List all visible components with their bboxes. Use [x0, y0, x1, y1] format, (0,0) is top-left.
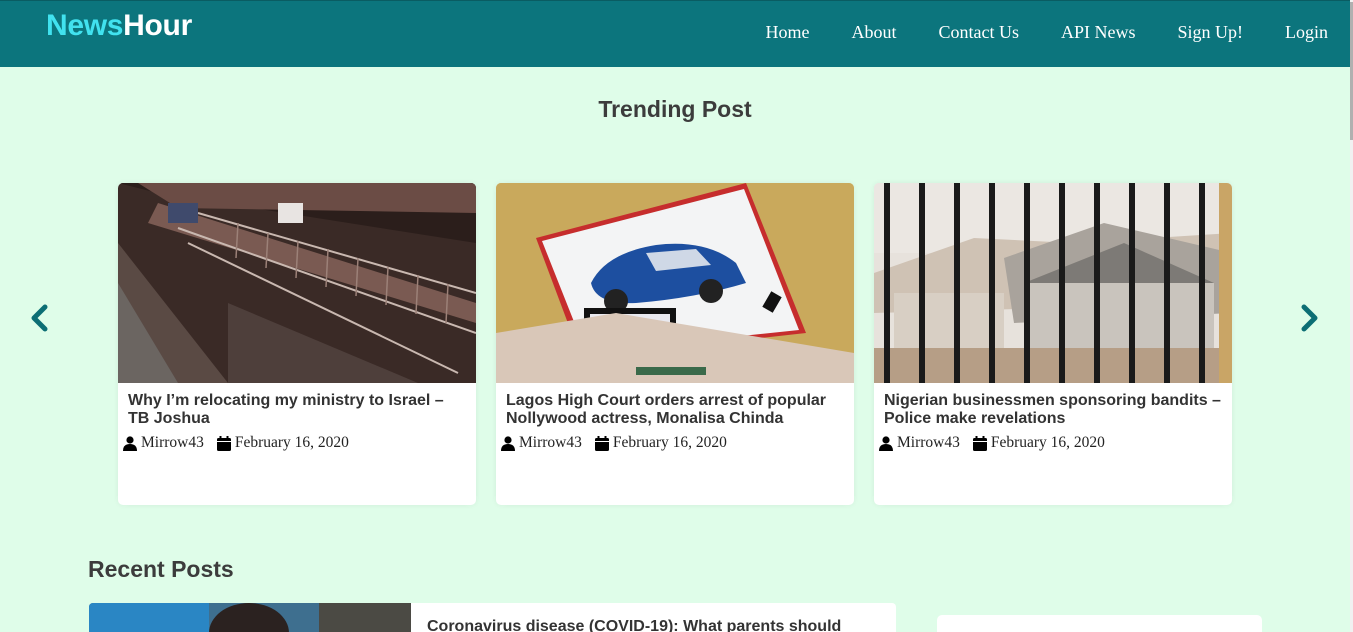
user-icon [123, 435, 137, 451]
post-date: February 16, 2020 [234, 434, 349, 451]
brand-logo[interactable]: NewsHour [46, 9, 192, 43]
fenced-houses-photo [874, 183, 1232, 383]
post-date: February 16, 2020 [612, 434, 727, 451]
recent-posts-title: Recent Posts [88, 556, 234, 582]
recent-post-card[interactable]: Coronavirus disease (COVID-19): What par… [89, 603, 896, 632]
user-icon [501, 435, 515, 451]
sidebar-widget [937, 615, 1262, 632]
nav-api-news[interactable]: API News [1061, 22, 1136, 43]
post-meta: Mirrow43 February 16, 2020 [123, 434, 476, 452]
trending-card[interactable]: Lagos High Court orders arrest of popula… [496, 183, 854, 505]
post-meta: Mirrow43 February 16, 2020 [879, 434, 1232, 452]
carousel-prev-button[interactable] [28, 303, 52, 333]
post-title[interactable]: Lagos High Court orders arrest of popula… [506, 392, 844, 428]
chevron-left-icon [31, 304, 48, 332]
post-author: Mirrow43 [897, 434, 960, 451]
brand-part-hour: Hour [123, 9, 192, 42]
nav-sign-up[interactable]: Sign Up! [1177, 22, 1243, 43]
brand-part-news: News [46, 9, 124, 42]
trending-card[interactable]: Nigerian businessmen sponsoring bandits … [874, 183, 1232, 505]
nav-about[interactable]: About [851, 22, 896, 43]
post-title[interactable]: Nigerian businessmen sponsoring bandits … [884, 392, 1222, 428]
nav-contact-us[interactable]: Contact Us [938, 22, 1019, 43]
car-drawing-photo [496, 183, 854, 383]
calendar-icon [594, 435, 609, 451]
user-icon [879, 435, 893, 451]
nav-home[interactable]: Home [765, 22, 809, 43]
carousel-next-button[interactable] [1297, 303, 1321, 333]
recent-post-photo [89, 603, 411, 632]
post-date: February 16, 2020 [990, 434, 1105, 451]
post-author: Mirrow43 [141, 434, 204, 451]
post-title[interactable]: Why I’m relocating my ministry to Israel… [128, 392, 466, 428]
nav-links: Home About Contact Us API News Sign Up! … [723, 22, 1328, 43]
calendar-icon [972, 435, 987, 451]
post-author: Mirrow43 [519, 434, 582, 451]
recent-post-title[interactable]: Coronavirus disease (COVID-19): What par… [427, 618, 841, 632]
nav-login[interactable]: Login [1285, 22, 1328, 43]
post-meta: Mirrow43 February 16, 2020 [501, 434, 854, 452]
trending-card[interactable]: Why I’m relocating my ministry to Israel… [118, 183, 476, 505]
chevron-right-icon [1301, 304, 1318, 332]
stairwell-photo [118, 183, 476, 383]
trending-title: Trending Post [598, 96, 752, 122]
navbar: NewsHour Home About Contact Us API News … [0, 0, 1350, 67]
calendar-icon [216, 435, 231, 451]
